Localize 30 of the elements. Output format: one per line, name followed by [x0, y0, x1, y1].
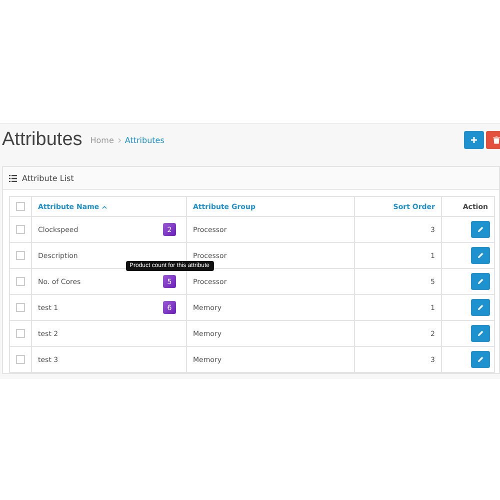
pencil-icon — [477, 304, 484, 311]
plus-icon — [470, 136, 478, 144]
breadcrumb-link[interactable]: Attributes — [124, 136, 164, 144]
pencil-icon — [477, 330, 484, 337]
breadcrumb-link[interactable]: Home — [90, 136, 114, 144]
delete-button[interactable] — [486, 131, 500, 149]
chevron-icon — [118, 138, 121, 142]
trash-icon — [492, 136, 500, 144]
pencil-icon — [477, 226, 484, 233]
edit-button[interactable] — [471, 247, 490, 264]
select-all-checkbox[interactable] — [16, 202, 25, 211]
pencil-icon — [477, 356, 484, 363]
edit-button[interactable] — [471, 299, 490, 316]
page-title: Attributes — [2, 129, 82, 151]
row-checkbox[interactable] — [16, 355, 25, 364]
row-checkbox[interactable] — [16, 303, 25, 312]
row-checkbox[interactable] — [16, 277, 25, 286]
row-checkbox[interactable] — [16, 329, 25, 338]
pencil-icon — [477, 252, 484, 259]
edit-button[interactable] — [471, 273, 490, 290]
edit-button[interactable] — [471, 221, 490, 238]
row-checkbox[interactable] — [16, 251, 25, 260]
list-icon — [9, 174, 17, 182]
row-checkbox[interactable] — [16, 225, 25, 234]
edit-button[interactable] — [471, 325, 490, 342]
add-button[interactable] — [464, 131, 484, 149]
panel-title: Attribute List — [22, 174, 74, 182]
sort-caret-icon — [102, 206, 107, 208]
pencil-icon — [477, 278, 484, 285]
edit-button[interactable] — [471, 351, 490, 368]
